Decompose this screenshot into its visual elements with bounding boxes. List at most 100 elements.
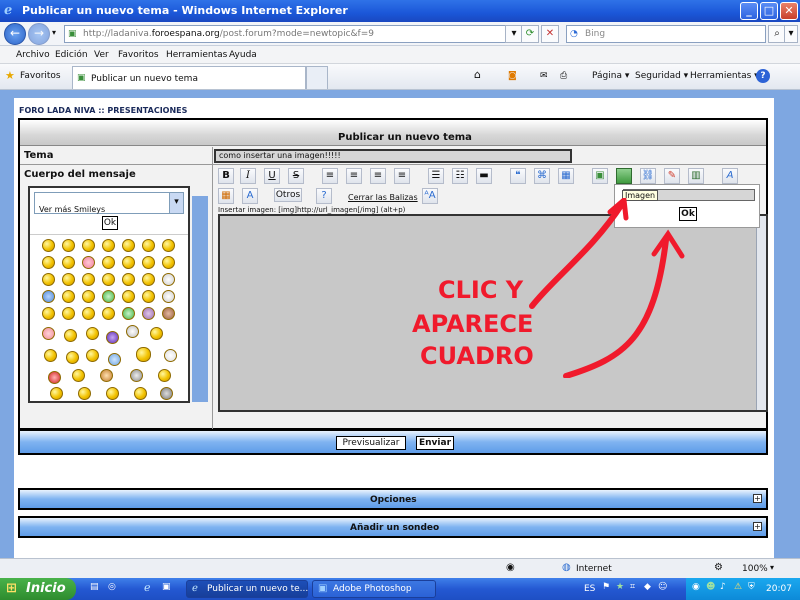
tray-icon-3[interactable]: ⌗ [630, 582, 635, 592]
textarea-scrollbar[interactable] [756, 216, 766, 410]
video-icon[interactable]: ▥ [688, 168, 704, 184]
smiley-13[interactable] [142, 256, 155, 269]
font-size-icon[interactable]: ᴬA [422, 188, 438, 204]
breadcrumb[interactable]: FORO LADA NIVA :: PRESENTACIONES [19, 106, 187, 115]
smiley-5[interactable] [122, 239, 135, 252]
smiley-16[interactable] [62, 273, 75, 286]
otros-button[interactable]: Otros [274, 188, 302, 202]
smiley-55[interactable] [106, 387, 119, 400]
align-left-icon[interactable]: ≡ [322, 168, 338, 184]
smileys-ok-button[interactable]: Ok [102, 216, 118, 230]
smiley-44[interactable] [86, 349, 99, 362]
select-chevron-down-icon[interactable]: ▾ [169, 193, 183, 213]
smiley-12[interactable] [122, 256, 135, 269]
tray-update-icon[interactable]: ⚠ [734, 582, 742, 592]
menu-edicion[interactable]: Edición [55, 50, 88, 60]
tray-volume-icon[interactable]: ♪ [720, 582, 726, 592]
favorites-button[interactable]: Favoritos [20, 71, 61, 81]
menu-archivo[interactable]: Archivo [16, 50, 50, 60]
menu-herramientas[interactable]: Herramientas [166, 50, 227, 60]
underline-button[interactable]: U [264, 168, 280, 184]
smiley-34[interactable] [142, 307, 155, 320]
smiley-18[interactable] [102, 273, 115, 286]
help-icon[interactable]: ? [756, 69, 770, 83]
bold-button[interactable]: B [218, 168, 234, 184]
smiley-30[interactable] [62, 307, 75, 320]
tray-icon-4[interactable]: ◆ [644, 582, 651, 592]
print-icon[interactable]: ⎙ [560, 71, 567, 81]
smiley-11[interactable] [102, 256, 115, 269]
forward-button[interactable]: → [28, 23, 50, 45]
home-icon[interactable]: ⌂ [474, 68, 481, 81]
image-upload-icon[interactable]: ▣ [592, 168, 608, 184]
search-input[interactable]: ◔ Bing [566, 25, 766, 43]
tools-menu[interactable]: Herramientas ▾ [690, 71, 759, 81]
smiley-7[interactable] [162, 239, 175, 252]
smiley-52[interactable] [158, 369, 171, 382]
close-window-button[interactable]: ✕ [780, 2, 798, 20]
smiley-19[interactable] [122, 273, 135, 286]
poll-bar[interactable]: Añadir un sondeo + [18, 516, 768, 538]
smileys-select[interactable]: Ver más Smileys ▾ [34, 192, 184, 214]
preview-button[interactable]: Previsualizar [336, 436, 406, 450]
smiley-41[interactable] [150, 327, 163, 340]
smiley-38[interactable] [86, 327, 99, 340]
smiley-45[interactable] [108, 353, 121, 366]
smiley-56[interactable] [134, 387, 147, 400]
smiley-31[interactable] [82, 307, 95, 320]
smiley-15[interactable] [42, 273, 55, 286]
feeds-icon[interactable]: ◙ [508, 71, 517, 81]
task-ie-window[interactable]: ℯ Publicar un nuevo te... [186, 580, 308, 598]
flash-icon[interactable]: ✎ [664, 168, 680, 184]
code-icon[interactable]: ⌘ [534, 168, 550, 184]
smiley-35[interactable] [162, 307, 175, 320]
smiley-32[interactable] [102, 307, 115, 320]
hr-icon[interactable]: ▬ [476, 168, 492, 184]
align-right-icon[interactable]: ≡ [370, 168, 386, 184]
maximize-button[interactable]: □ [760, 2, 778, 20]
tray-network-icon[interactable]: ◉ [692, 582, 700, 592]
link-icon[interactable]: ⛓ [640, 168, 656, 184]
expand-poll-icon[interactable]: + [753, 522, 762, 531]
send-button[interactable]: Enviar [416, 436, 454, 450]
smiley-14[interactable] [162, 256, 175, 269]
quicklaunch-media-icon[interactable]: ◎ [108, 582, 116, 592]
justify-icon[interactable]: ≡ [394, 168, 410, 184]
back-button[interactable]: ← [4, 23, 26, 45]
clock[interactable]: 20:07 [766, 584, 792, 594]
smiley-48[interactable] [48, 371, 61, 384]
smiley-47[interactable] [164, 349, 177, 362]
expand-options-icon[interactable]: + [753, 494, 762, 503]
smiley-51[interactable] [130, 369, 143, 382]
smiley-26[interactable] [122, 290, 135, 303]
help-icon[interactable]: ? [316, 188, 332, 204]
smiley-23[interactable] [62, 290, 75, 303]
smiley-54[interactable] [78, 387, 91, 400]
smiley-42[interactable] [44, 349, 57, 362]
table-icon[interactable]: ▦ [558, 168, 574, 184]
smiley-57[interactable] [160, 387, 173, 400]
smiley-50[interactable] [100, 369, 113, 382]
color-icon[interactable]: ▦ [218, 188, 234, 204]
menu-ver[interactable]: Ver [94, 50, 109, 60]
smiley-6[interactable] [142, 239, 155, 252]
font-icon[interactable]: A [722, 168, 738, 184]
smiley-36[interactable] [42, 327, 55, 340]
tab-current[interactable]: ▣ Publicar un nuevo tema [72, 66, 306, 89]
tray-icon-5[interactable]: ☺ [658, 582, 667, 592]
smiley-24[interactable] [82, 290, 95, 303]
quicklaunch-desktop-icon[interactable]: ▣ [162, 582, 171, 592]
refresh-icon[interactable]: ⟳ [521, 25, 539, 43]
zoom-dropdown-icon[interactable]: ▾ [770, 563, 774, 572]
smiley-21[interactable] [162, 273, 175, 286]
smiley-40[interactable] [126, 325, 139, 338]
smiley-37[interactable] [64, 329, 77, 342]
smiley-22[interactable] [42, 290, 55, 303]
start-button[interactable]: ⊞ Inicio [0, 578, 76, 600]
italic-button[interactable]: I [240, 168, 256, 184]
page-menu[interactable]: Página ▾ [592, 71, 629, 81]
smiley-46[interactable] [136, 347, 151, 362]
options-bar[interactable]: Opciones + [18, 488, 768, 510]
search-options-icon[interactable]: ▾ [784, 25, 798, 43]
smiley-10[interactable] [82, 256, 95, 269]
